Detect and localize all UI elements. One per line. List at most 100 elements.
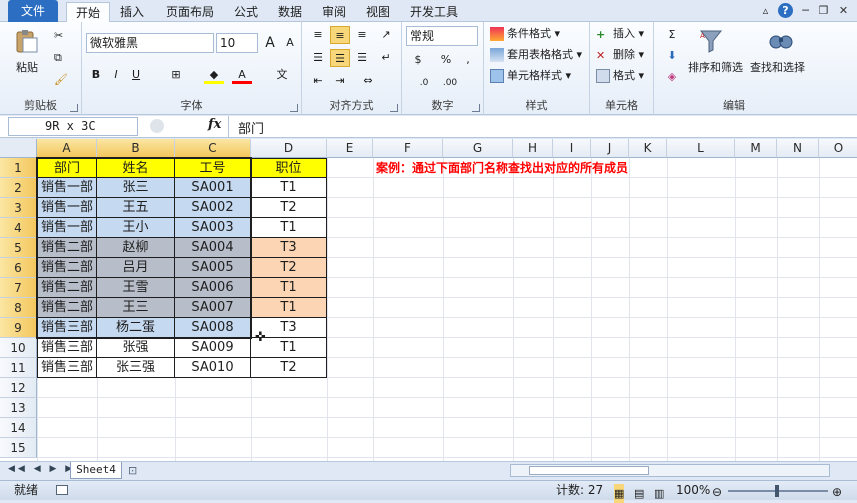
- underline-icon[interactable]: U: [126, 66, 146, 84]
- zoom-slider-thumb[interactable]: [775, 485, 779, 497]
- increase-decimal-icon[interactable]: .0: [414, 74, 434, 92]
- help-icon[interactable]: ?: [778, 3, 793, 18]
- font-name-select[interactable]: 微软雅黑: [86, 33, 214, 53]
- row-header-7[interactable]: 7: [0, 278, 37, 298]
- row-header-12[interactable]: 12: [0, 378, 37, 398]
- tab-developer[interactable]: 开发工具: [402, 2, 466, 22]
- table-cell[interactable]: 张三强: [97, 358, 175, 378]
- column-header-b[interactable]: B: [97, 139, 175, 158]
- row-header-2[interactable]: 2: [0, 178, 37, 198]
- font-color-icon[interactable]: A: [232, 66, 252, 84]
- row-header-5[interactable]: 5: [0, 238, 37, 258]
- tab-view[interactable]: 视图: [358, 2, 398, 22]
- row-header-8[interactable]: 8: [0, 298, 37, 318]
- table-cell[interactable]: 销售三部: [37, 358, 97, 378]
- row-header-6[interactable]: 6: [0, 258, 37, 278]
- bold-icon[interactable]: B: [86, 66, 106, 84]
- format-as-table-button[interactable]: 套用表格格式 ▾: [490, 47, 582, 63]
- collapse-ribbon-icon[interactable]: ▵: [758, 3, 773, 18]
- table-cell[interactable]: SA009: [175, 338, 251, 358]
- phonetic-icon[interactable]: 文: [272, 66, 292, 84]
- name-box[interactable]: 9R x 3C: [8, 117, 138, 136]
- normal-view-icon[interactable]: ▦: [614, 484, 624, 503]
- tab-data[interactable]: 数据: [270, 2, 310, 22]
- insert-cells-button[interactable]: +插入 ▾: [596, 26, 644, 42]
- column-header-e[interactable]: E: [327, 139, 373, 158]
- table-cell[interactable]: T2: [251, 198, 327, 218]
- comma-icon[interactable]: ,: [458, 51, 478, 69]
- table-cell[interactable]: SA010: [175, 358, 251, 378]
- row-header-11[interactable]: 11: [0, 358, 37, 378]
- tab-page-layout[interactable]: 页面布局: [158, 2, 222, 22]
- align-right-icon[interactable]: ☰: [352, 49, 372, 67]
- column-header-g[interactable]: G: [443, 139, 513, 158]
- close-icon[interactable]: ✕: [836, 3, 851, 18]
- new-sheet-icon[interactable]: ⊡: [128, 464, 137, 477]
- page-break-view-icon[interactable]: ▥: [654, 484, 664, 503]
- cut-icon[interactable]: ✂: [54, 28, 63, 44]
- orientation-icon[interactable]: ↗: [376, 26, 396, 44]
- horizontal-scrollbar[interactable]: [510, 464, 830, 477]
- column-header-i[interactable]: I: [553, 139, 591, 158]
- format-cells-button[interactable]: 格式 ▾: [596, 68, 644, 84]
- zoom-in-icon[interactable]: ⊕: [832, 483, 842, 502]
- clear-icon[interactable]: ◈: [662, 68, 682, 86]
- sheet-tab-sheet4[interactable]: Sheet4: [70, 462, 122, 479]
- font-launcher-icon[interactable]: [290, 104, 298, 112]
- table-cell[interactable]: T1: [251, 298, 327, 318]
- clipboard-launcher-icon[interactable]: [70, 104, 78, 112]
- column-header-c[interactable]: C: [175, 139, 251, 158]
- table-cell[interactable]: 张强: [97, 338, 175, 358]
- column-header-m[interactable]: M: [735, 139, 777, 158]
- alignment-launcher-icon[interactable]: [390, 104, 398, 112]
- zoom-level[interactable]: 100%: [676, 481, 710, 500]
- row-header-3[interactable]: 3: [0, 198, 37, 218]
- minimize-icon[interactable]: ─: [798, 3, 813, 18]
- row-header-13[interactable]: 13: [0, 398, 37, 418]
- font-size-select[interactable]: 10: [216, 33, 258, 53]
- find-select-button[interactable]: 查找和选择: [750, 60, 805, 76]
- number-launcher-icon[interactable]: [472, 104, 480, 112]
- table-cell[interactable]: T1: [251, 178, 327, 198]
- conditional-format-button[interactable]: 条件格式 ▾: [490, 26, 560, 42]
- table-header-cell[interactable]: 职位: [251, 158, 327, 178]
- row-header-9[interactable]: 9: [0, 318, 37, 338]
- tab-file[interactable]: 文件: [8, 0, 58, 22]
- table-cell[interactable]: T1: [251, 278, 327, 298]
- row-header-10[interactable]: 10: [0, 338, 37, 358]
- align-middle-icon[interactable]: ≡: [330, 26, 350, 44]
- column-header-a[interactable]: A: [37, 139, 97, 158]
- align-left-icon[interactable]: ☰: [308, 49, 328, 67]
- autosum-icon[interactable]: Σ: [662, 26, 682, 44]
- increase-indent-icon[interactable]: ⇥: [330, 72, 350, 90]
- cell-styles-button[interactable]: 单元格样式 ▾: [490, 68, 571, 84]
- border-icon[interactable]: ⊞: [166, 66, 186, 84]
- number-format-select[interactable]: 常规: [406, 26, 478, 46]
- tab-home[interactable]: 开始: [66, 2, 110, 23]
- table-cell[interactable]: T2: [251, 258, 327, 278]
- macro-record-icon[interactable]: [56, 485, 68, 495]
- table-cell[interactable]: 销售三部: [37, 338, 97, 358]
- delete-cells-button[interactable]: ✕删除 ▾: [596, 47, 644, 63]
- column-header-j[interactable]: J: [591, 139, 629, 158]
- copy-icon[interactable]: ⧉: [54, 50, 62, 66]
- insert-function-icon[interactable]: fx: [208, 117, 221, 132]
- decrease-indent-icon[interactable]: ⇤: [308, 72, 328, 90]
- fill-icon[interactable]: ⬇: [662, 47, 682, 65]
- row-header-4[interactable]: 4: [0, 218, 37, 238]
- decrease-decimal-icon[interactable]: .00: [440, 74, 460, 92]
- format-painter-icon[interactable]: 🖌: [54, 72, 68, 88]
- select-all-corner[interactable]: [0, 139, 37, 158]
- row-header-15[interactable]: 15: [0, 438, 37, 458]
- percent-icon[interactable]: %: [436, 51, 456, 69]
- column-header-o[interactable]: O: [819, 139, 857, 158]
- align-bottom-icon[interactable]: ≡: [352, 26, 372, 44]
- tab-insert[interactable]: 插入: [112, 2, 152, 22]
- merge-center-icon[interactable]: ⇔: [358, 72, 378, 90]
- shrink-font-icon[interactable]: A: [280, 34, 300, 52]
- column-header-k[interactable]: K: [629, 139, 667, 158]
- grow-font-icon[interactable]: A: [260, 34, 280, 52]
- table-cell[interactable]: T3: [251, 238, 327, 258]
- formula-input[interactable]: 部门: [238, 118, 264, 137]
- align-top-icon[interactable]: ≡: [308, 26, 328, 44]
